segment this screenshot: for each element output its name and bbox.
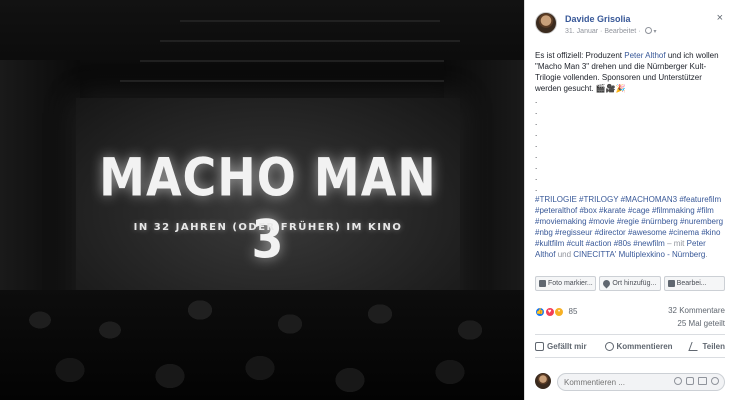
edit-label: Bearbei... — [676, 280, 707, 287]
share-button[interactable]: Teilen — [688, 341, 725, 351]
emoji-icon[interactable] — [674, 377, 682, 385]
like-button[interactable]: Gefällt mir — [535, 341, 587, 351]
post-panel: Davide Grisolia 31. Januar · Bearbeitet … — [524, 0, 734, 400]
sticker-icon[interactable] — [711, 377, 719, 385]
post-photo[interactable]: MACHO MAN 3 IN 32 JAHREN (ODER FRÜHER) I… — [0, 0, 524, 400]
chevron-down-icon[interactable]: ▾ — [653, 29, 656, 35]
movie-subtitle: IN 32 JAHREN (ODER FRÜHER) IM KINO — [133, 222, 403, 233]
location-link[interactable]: CINECITTA' Multiplexkino - Nürnberg — [573, 250, 705, 259]
meta-separator-2: · — [638, 28, 641, 35]
author-name[interactable]: Davide Grisolia — [565, 14, 631, 24]
author-avatar[interactable] — [535, 12, 557, 34]
dot-line: . — [535, 151, 538, 160]
like-reaction-icon: 👍 — [535, 306, 545, 317]
cinema-wall-left — [0, 60, 80, 320]
dot-lines: . . . . . . . . . — [535, 95, 725, 194]
comments-count[interactable]: 32 Kommentare — [668, 306, 725, 315]
pencil-icon — [667, 280, 675, 287]
movie-title: MACHO MAN 3 — [99, 145, 437, 271]
add-location-label: Ort hinzufüg... — [612, 280, 657, 287]
post-actions: Gefällt mir Kommentieren Teilen — [535, 334, 725, 358]
post-date[interactable]: 31. Januar — [565, 28, 598, 35]
reactions-bar[interactable]: 👍 ♥ • 85 32 Kommentare — [535, 306, 725, 318]
dot-line: . — [535, 129, 538, 138]
dot-line: . — [535, 162, 538, 171]
like-label: Gefällt mir — [547, 341, 587, 351]
dot-line: . — [535, 173, 538, 182]
edited-label[interactable]: Bearbeitet — [604, 28, 636, 35]
love-reaction-icon: ♥ — [544, 306, 555, 317]
dot-line: . — [535, 96, 538, 105]
post-text-1: Es ist offiziell: Produzent — [535, 51, 625, 60]
post-body: Es ist offiziell: Produzent Peter Althof… — [535, 50, 725, 260]
share-label: Teilen — [702, 341, 725, 351]
and-text: und — [555, 250, 574, 259]
tag-photo-button[interactable]: Foto markier... — [535, 276, 597, 291]
share-arrow-icon — [688, 341, 702, 351]
wow-reaction-icon: • — [554, 306, 565, 317]
shares-count[interactable]: 25 Mal geteilt — [535, 319, 725, 328]
location-pin-icon — [601, 278, 612, 289]
comment-label: Kommentieren — [616, 341, 673, 351]
dot-line: . — [535, 140, 538, 149]
dot-line: . — [535, 118, 538, 127]
camera-icon[interactable] — [686, 377, 694, 385]
dot-line: . — [535, 107, 538, 116]
comment-bubble-icon — [604, 341, 614, 351]
with-text: – mit — [664, 239, 687, 248]
cinema-audience — [0, 290, 524, 400]
producer-link[interactable]: Peter Althof — [624, 51, 665, 60]
comment-tools — [674, 377, 719, 385]
thumbs-up-icon — [535, 341, 544, 351]
globe-icon[interactable] — [644, 27, 652, 34]
tag-icon — [539, 280, 546, 287]
user-avatar[interactable] — [535, 373, 551, 389]
photo-actions-row: Foto markier... Ort hinzufüg... Bearbei.… — [535, 276, 725, 291]
post-meta: 31. Januar · Bearbeitet · ▾ — [565, 27, 656, 35]
comment-composer — [535, 372, 725, 392]
reaction-count[interactable]: 85 — [569, 307, 578, 316]
close-icon[interactable]: × — [717, 12, 723, 24]
comment-button[interactable]: Kommentieren — [604, 341, 673, 351]
dot-line: . — [535, 184, 538, 193]
meta-separator: · — [600, 28, 603, 35]
gif-icon[interactable] — [698, 377, 707, 385]
post-header: Davide Grisolia 31. Januar · Bearbeitet … — [535, 12, 725, 42]
add-location-button[interactable]: Ort hinzufüg... — [599, 276, 661, 291]
tag-photo-label: Foto markier... — [548, 280, 593, 287]
period-text: . — [705, 250, 708, 259]
edit-button[interactable]: Bearbei... — [663, 276, 725, 291]
